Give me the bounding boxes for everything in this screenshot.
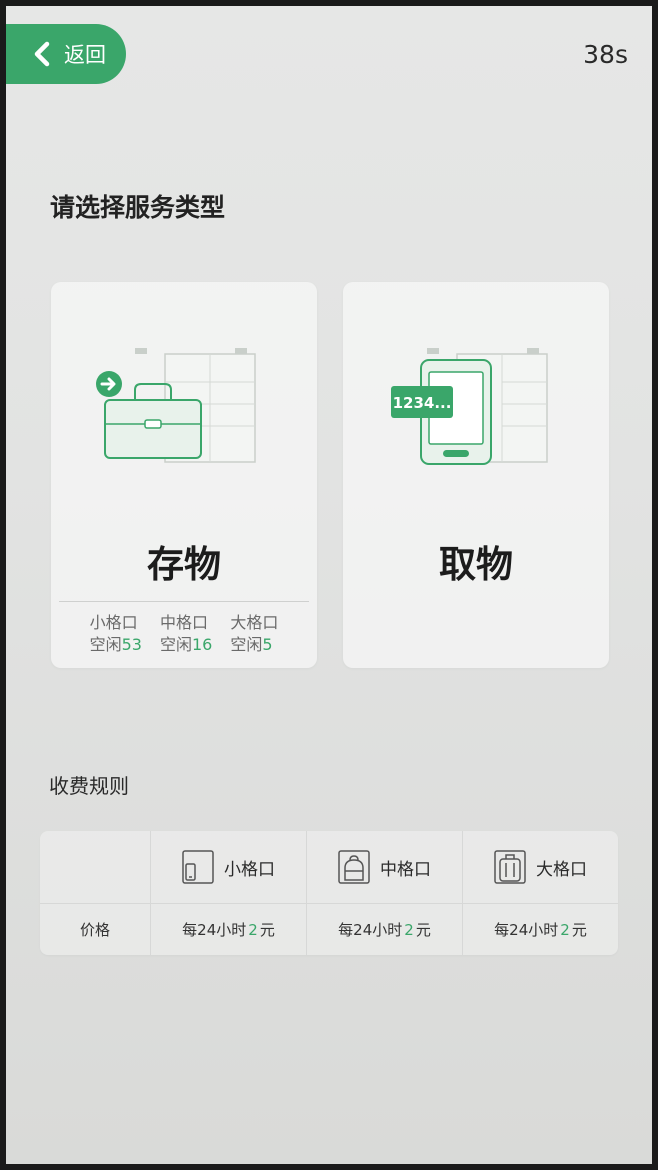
availability-list: 小格口 空闲53 中格口 空闲16 大格口 空闲5 [51,612,317,656]
back-label: 返回 [64,43,106,67]
free-count: 16 [192,635,213,654]
price-value: 2 [248,920,258,939]
free-count: 5 [262,635,273,654]
header-medium: 中格口 [306,831,462,903]
table-corner [40,831,150,903]
back-button[interactable]: 返回 [6,24,126,84]
price-unit: 元 [415,921,431,939]
countdown-timer: 38s [583,40,628,69]
divider [59,601,309,602]
store-bag-icon [96,348,256,463]
header-large-label: 大格口 [536,859,587,880]
size-name: 大格口 [230,613,279,632]
chevron-left-icon [34,41,50,67]
price-value: 2 [560,920,570,939]
status-text: 空闲 [230,635,263,654]
header-medium-label: 中格口 [380,859,431,880]
take-card[interactable]: 1234... 取物 [343,282,609,668]
backpack-icon [338,850,370,884]
take-label: 取物 [439,543,513,586]
status-text: 空闲 [159,635,192,654]
header-large: 大格口 [462,831,618,903]
size-name: 中格口 [159,613,208,632]
availability-medium: 中格口 空闲16 [160,612,212,656]
price-small: 每24小时 2 元 [150,903,306,955]
phone-code-icon: 1234... [391,348,548,465]
availability-small: 小格口 空闲53 [90,612,142,656]
price-prefix: 每24小时 [182,921,247,939]
status-text: 空闲 [89,635,122,654]
price-unit: 元 [571,921,587,939]
price-large: 每24小时 2 元 [462,903,618,955]
suitcase-icon [494,850,526,884]
page-title: 请选择服务类型 [50,193,226,222]
availability-large: 大格口 空闲5 [230,612,278,656]
header-small: 小格口 [150,831,306,903]
size-name: 小格口 [89,613,138,632]
phone-icon [182,850,214,884]
price-prefix: 每24小时 [494,921,559,939]
price-medium: 每24小时 2 元 [306,903,462,955]
header-small-label: 小格口 [224,859,275,880]
fee-table: 小格口 中格口 大格口 价格 每24小时 2 元 每24小时 2 元 每24小时… [40,831,618,955]
price-value: 2 [404,920,414,939]
store-card[interactable]: 存物 小格口 空闲53 中格口 空闲16 大格口 空闲5 [51,282,317,668]
free-count: 53 [121,635,142,654]
price-prefix: 每24小时 [338,921,403,939]
store-label: 存物 [147,543,221,586]
fee-title: 收费规则 [49,774,129,798]
price-unit: 元 [259,921,275,939]
screen: 返回 38s 请选择服务类型 存物 小格口 空闲53 中格口 空闲16 大格口 … [6,6,652,1164]
row-label: 价格 [40,903,150,955]
code-sample: 1234... [393,394,452,412]
